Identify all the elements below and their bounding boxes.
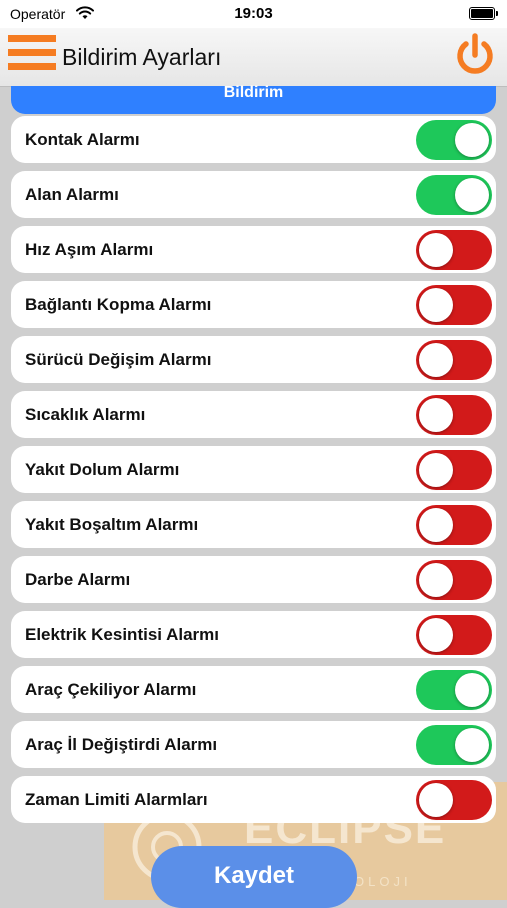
toggle-knob [419,398,453,432]
alarm-label: Alan Alarmı [25,185,119,204]
battery-icon [469,7,498,20]
alarm-label: Yakıt Dolum Alarmı [25,460,180,479]
alarm-toggle[interactable] [416,285,492,325]
alarm-toggle[interactable] [416,725,492,765]
toggle-knob [419,783,453,817]
toggle-knob [455,728,489,762]
toggle-knob [419,288,453,322]
alarm-toggle[interactable] [416,505,492,545]
alarm-toggle[interactable] [416,560,492,600]
alarm-toggle[interactable] [416,780,492,820]
clock: 19:03 [234,5,273,22]
toggle-knob [419,618,453,652]
alarm-toggle[interactable] [416,230,492,270]
alarm-row: Bağlantı Kopma Alarmı [11,281,496,328]
power-icon[interactable] [453,33,497,77]
alarm-toggle[interactable] [416,175,492,215]
alarm-row: Kontak Alarmı [11,116,496,163]
alarm-toggle[interactable] [416,395,492,435]
alarm-label: Darbe Alarmı [25,570,131,589]
hamburger-menu-icon[interactable] [8,35,56,77]
page-title: Bildirim Ayarları [62,44,222,70]
alarm-label: Araç İl Değiştirdi Alarmı [25,735,218,754]
alarm-label: Kontak Alarmı [25,130,140,149]
alarm-label: Bağlantı Kopma Alarmı [25,295,212,314]
toggle-knob [419,343,453,377]
toggle-knob [419,563,453,597]
navigation-bar: Bildirim Ayarları [0,28,507,87]
alarm-row: Hız Aşım Alarmı [11,226,496,273]
alarm-label: Sürücü Değişim Alarmı [25,350,212,369]
alarm-label: Araç Çekiliyor Alarmı [25,680,197,699]
alarm-row: Yakıt Dolum Alarmı [11,446,496,493]
alarm-toggle[interactable] [416,615,492,655]
alarm-row: Araç Çekiliyor Alarmı [11,666,496,713]
alarm-label: Yakıt Boşaltım Alarmı [25,515,199,534]
alarm-toggle[interactable] [416,450,492,490]
toggle-knob [455,673,489,707]
toggle-knob [419,453,453,487]
toggle-knob [455,123,489,157]
tab-label: Bildirim [223,84,284,101]
toggle-knob [455,178,489,212]
alarm-label: Sıcaklık Alarmı [25,405,146,424]
alarm-toggle[interactable] [416,670,492,710]
alarm-row: Sürücü Değişim Alarmı [11,336,496,383]
alarm-list: Kontak Alarmı Alan Alarmı Hız Aşım Alarmı B… [11,116,496,831]
status-bar: Operatör 19:03 [0,0,507,28]
alarm-toggle[interactable] [416,120,492,160]
watermark-subtext: OLOJI [354,874,412,889]
alarm-label: Elektrik Kesintisi Alarmı [25,625,220,644]
alarm-toggle[interactable] [416,340,492,380]
alarm-row: Alan Alarmı [11,171,496,218]
alarm-row: Yakıt Boşaltım Alarmı [11,501,496,548]
save-button[interactable]: Kaydet [151,846,357,908]
alarm-row: Sıcaklık Alarmı [11,391,496,438]
alarm-label: Hız Aşım Alarmı [25,240,154,259]
toggle-knob [419,508,453,542]
tab-bildirim[interactable]: Bildirim [11,84,496,114]
alarm-row: Darbe Alarmı [11,556,496,603]
alarm-row: Araç İl Değiştirdi Alarmı [11,721,496,768]
alarm-row: Elektrik Kesintisi Alarmı [11,611,496,658]
alarm-row: Zaman Limiti Alarmları [11,776,496,823]
toggle-knob [419,233,453,267]
alarm-label: Zaman Limiti Alarmları [25,790,208,809]
